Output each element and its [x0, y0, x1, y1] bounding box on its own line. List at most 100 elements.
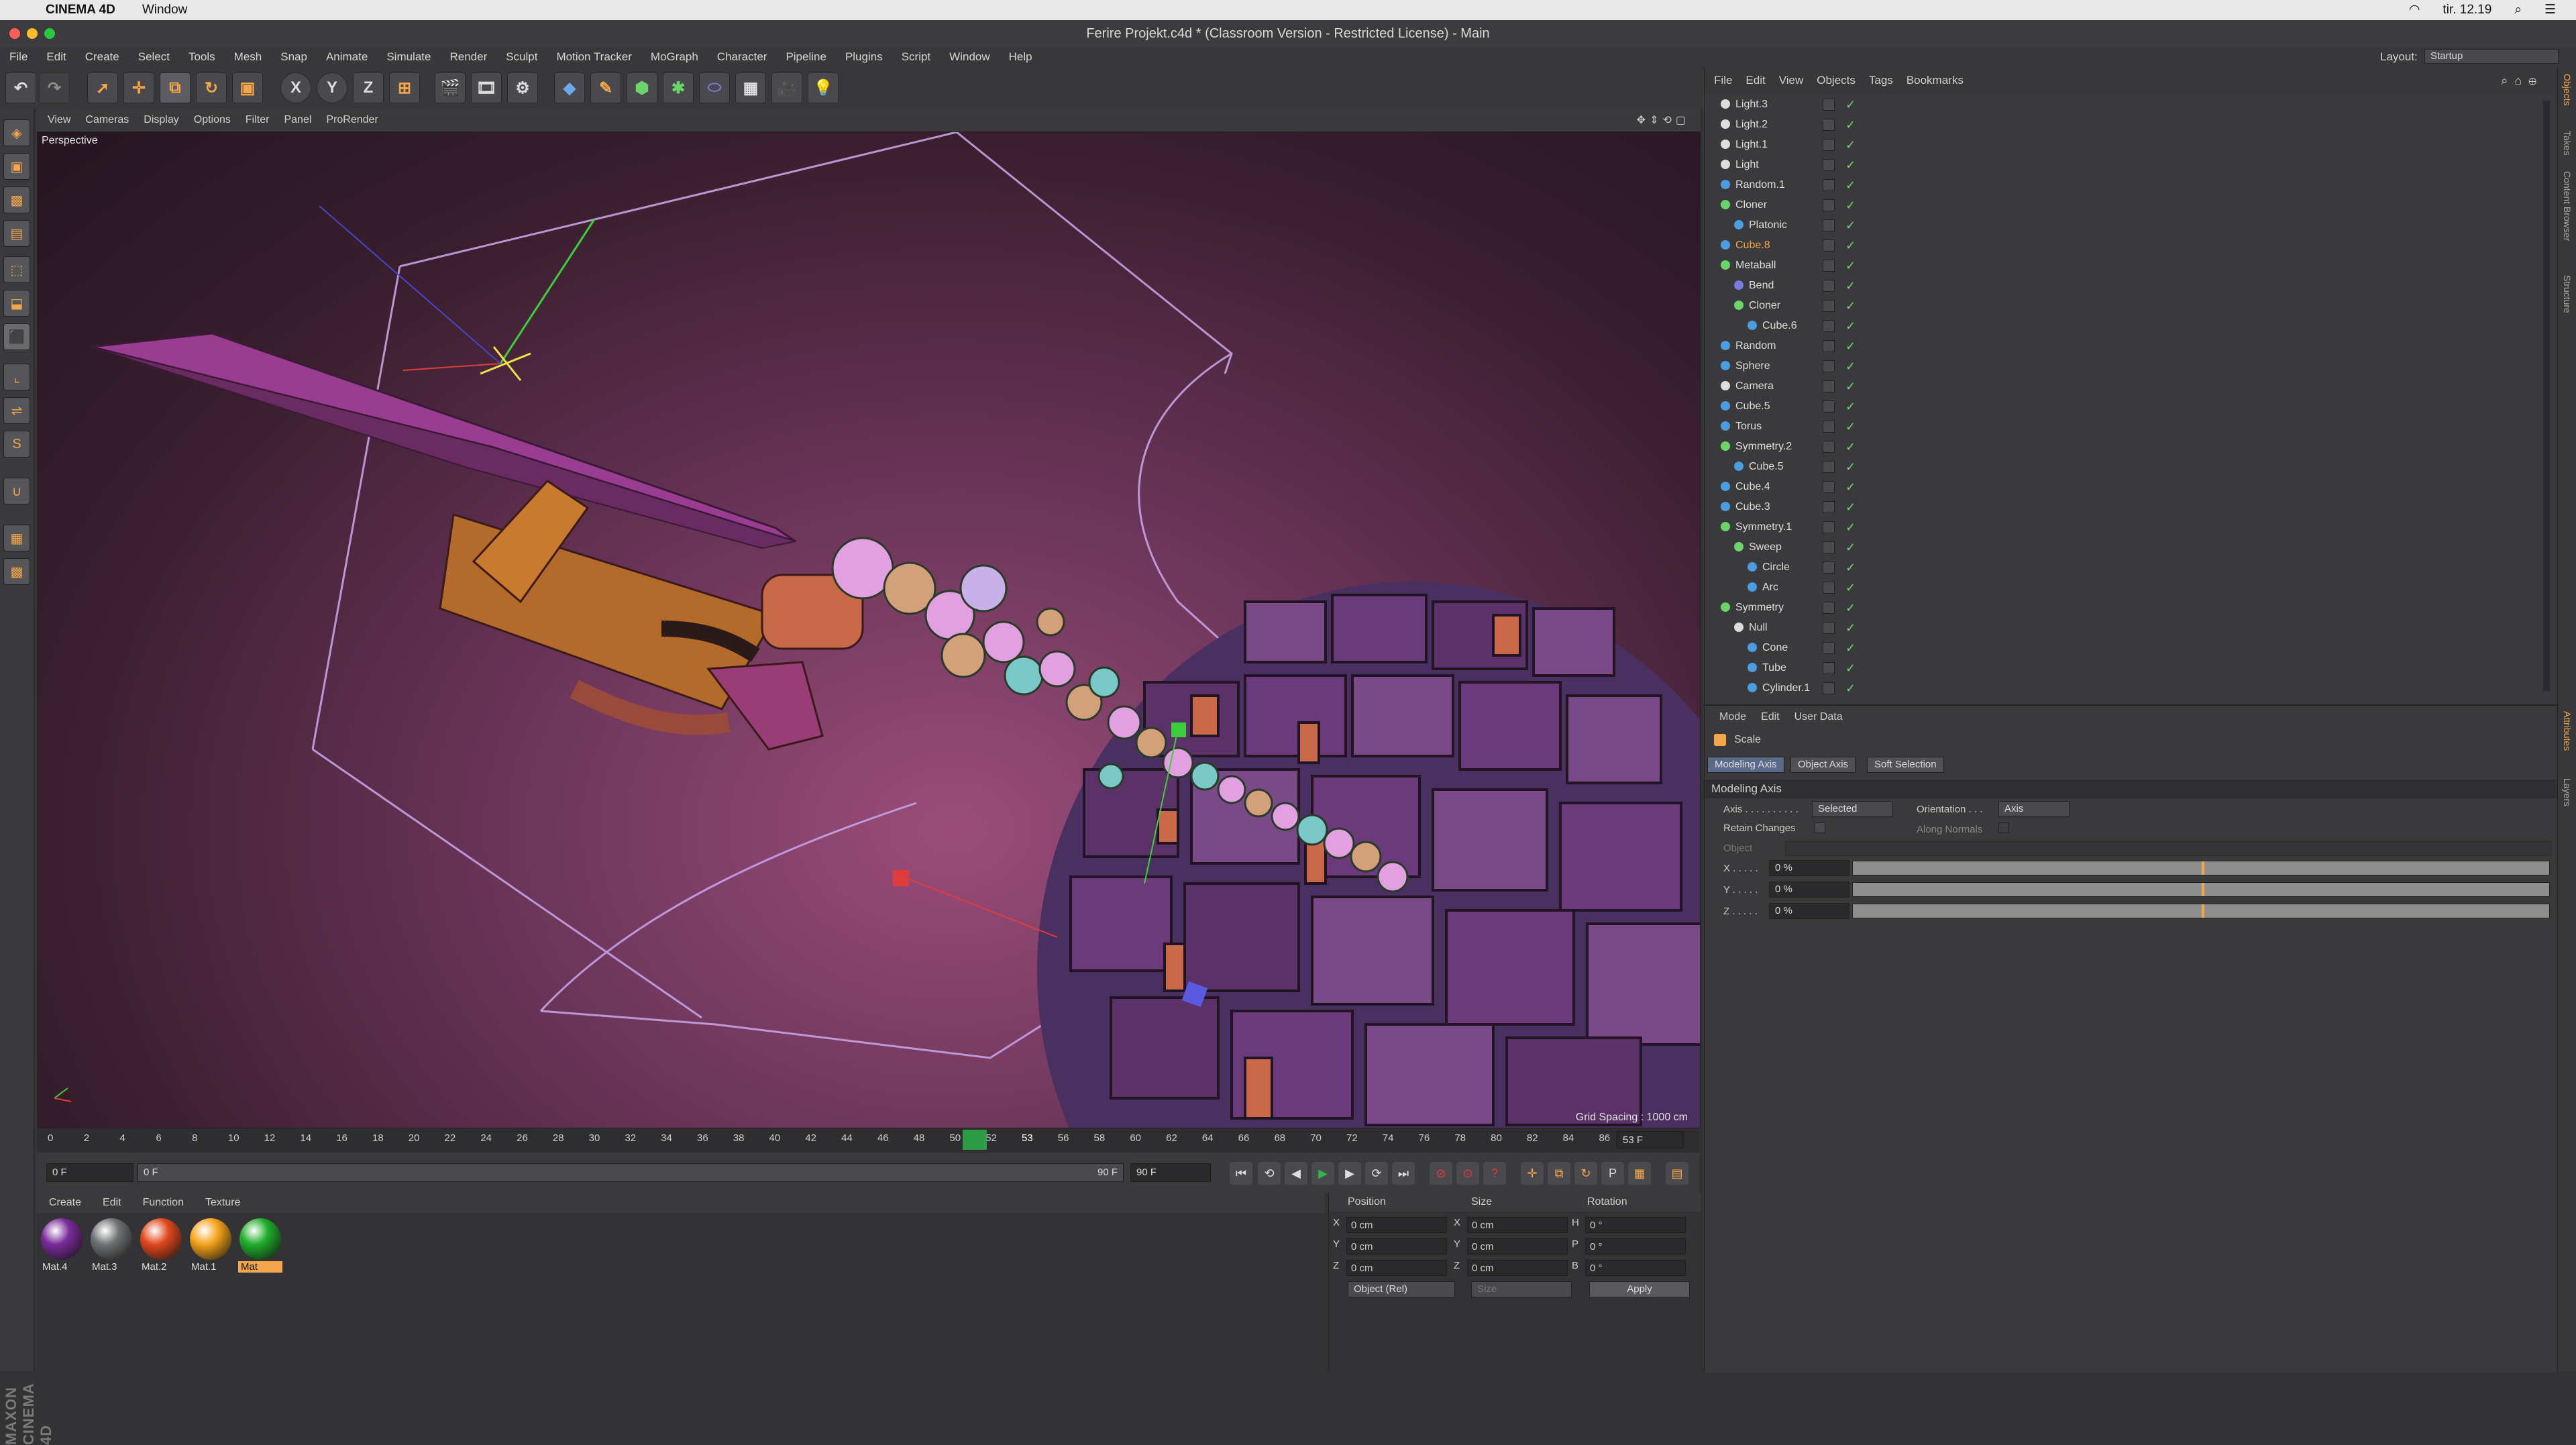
enabled-check-icon[interactable]: ✓: [1845, 500, 1856, 515]
axis-select[interactable]: Selected: [1812, 801, 1892, 817]
x-slider[interactable]: [1852, 861, 2550, 875]
object-name[interactable]: Torus: [1735, 421, 1762, 433]
enabled-check-icon[interactable]: ✓: [1845, 621, 1856, 635]
object-row[interactable]: Cube.5 ✓: [1705, 397, 2550, 417]
enabled-check-icon[interactable]: ✓: [1845, 158, 1856, 172]
position-field[interactable]: 0 cm: [1346, 1238, 1447, 1254]
strip-tab-layers[interactable]: Layers: [2562, 778, 2573, 806]
undo-icon[interactable]: ↶: [5, 72, 36, 103]
orientation-select[interactable]: Axis: [1998, 801, 2070, 817]
object-name[interactable]: Cube.4: [1735, 481, 1770, 493]
enabled-check-icon[interactable]: ✓: [1845, 541, 1856, 555]
object-row[interactable]: Bend ✓: [1705, 276, 2550, 297]
magnet-icon[interactable]: ∪: [3, 478, 30, 504]
object-row[interactable]: Symmetry ✓: [1705, 598, 2550, 619]
object-name[interactable]: Sweep: [1749, 541, 1782, 553]
material-menu-texture[interactable]: Texture: [205, 1197, 240, 1209]
menu-script[interactable]: Script: [902, 50, 930, 64]
object-row[interactable]: Platonic ✓: [1705, 216, 2550, 236]
current-frame-field[interactable]: 53 F: [1617, 1131, 1684, 1148]
menu-sculpt[interactable]: Sculpt: [506, 50, 537, 64]
enabled-check-icon[interactable]: ✓: [1845, 641, 1856, 655]
layer-toggle-icon[interactable]: [1823, 501, 1835, 513]
enabled-check-icon[interactable]: ✓: [1845, 661, 1856, 676]
object-row[interactable]: Random ✓: [1705, 337, 2550, 357]
cloner-icon[interactable]: ✱: [663, 72, 694, 103]
object-name[interactable]: Cube.5: [1735, 400, 1770, 413]
wifi-icon[interactable]: ◠: [2409, 2, 2420, 17]
object-row[interactable]: Arc ✓: [1705, 578, 2550, 598]
timeline-icon[interactable]: ▤: [1666, 1162, 1688, 1185]
enabled-check-icon[interactable]: ✓: [1845, 460, 1856, 474]
material-menu-edit[interactable]: Edit: [103, 1197, 121, 1209]
enabled-check-icon[interactable]: ✓: [1845, 339, 1856, 354]
object-row[interactable]: Cloner ✓: [1705, 196, 2550, 216]
apply-button[interactable]: Apply: [1589, 1281, 1690, 1297]
layer-toggle-icon[interactable]: [1823, 199, 1835, 211]
tab-modeling-axis[interactable]: Modeling Axis: [1707, 757, 1784, 773]
object-row[interactable]: Cloner ✓: [1705, 297, 2550, 317]
enabled-check-icon[interactable]: ✓: [1845, 682, 1856, 696]
attr-menu-edit[interactable]: Edit: [1761, 711, 1780, 723]
key-position-icon[interactable]: ✛: [1521, 1162, 1544, 1185]
light-icon[interactable]: 💡: [808, 72, 839, 103]
slider-handle[interactable]: [2202, 861, 2204, 875]
object-row[interactable]: Light.1 ✓: [1705, 136, 2550, 156]
object-row[interactable]: Camera ✓: [1705, 377, 2550, 397]
object-row[interactable]: Cube.8 ✓: [1705, 236, 2550, 256]
layer-toggle-icon[interactable]: [1823, 642, 1835, 654]
y-slider[interactable]: [1852, 882, 2550, 897]
object-row[interactable]: Cube.4 ✓: [1705, 478, 2550, 498]
menu-plugins[interactable]: Plugins: [845, 50, 883, 64]
object-row[interactable]: Cone ✓: [1705, 639, 2550, 659]
object-name[interactable]: Light.3: [1735, 99, 1768, 111]
live-selection-icon[interactable]: ➚: [87, 72, 118, 103]
layer-toggle-icon[interactable]: [1823, 219, 1835, 231]
attr-menu-mode[interactable]: Mode: [1719, 711, 1746, 723]
autokey-icon[interactable]: ⊙: [1456, 1162, 1479, 1185]
material-swatch[interactable]: Mat: [238, 1218, 282, 1273]
goto-start-icon[interactable]: ⏮: [1230, 1162, 1252, 1185]
object-name[interactable]: Cylinder.1: [1762, 682, 1810, 694]
menu-icon[interactable]: ☰: [2544, 2, 2556, 17]
object-name[interactable]: Platonic: [1749, 219, 1787, 231]
menu-help[interactable]: Help: [1009, 50, 1032, 64]
om-search-icon[interactable]: ⌕⌂⊕: [2501, 74, 2543, 88]
object-name[interactable]: Cone: [1762, 642, 1788, 654]
object-row[interactable]: Cube.3 ✓: [1705, 498, 2550, 518]
object-name[interactable]: Cloner: [1735, 199, 1767, 211]
object-name[interactable]: Light.2: [1735, 119, 1768, 131]
rotation-field[interactable]: 0 °: [1585, 1260, 1686, 1276]
menu-mesh[interactable]: Mesh: [234, 50, 262, 64]
prev-frame-icon[interactable]: ◀: [1285, 1162, 1307, 1185]
make-editable-icon[interactable]: ◈: [3, 119, 30, 146]
key-pla-icon[interactable]: ▦: [1628, 1162, 1651, 1185]
object-row[interactable]: Metaball ✓: [1705, 256, 2550, 276]
subdivision-icon[interactable]: ⬢: [627, 72, 657, 103]
enabled-check-icon[interactable]: ✓: [1845, 279, 1856, 293]
object-row[interactable]: Null ✓: [1705, 619, 2550, 639]
slider-handle[interactable]: [2202, 883, 2204, 896]
material-swatch[interactable]: Mat.2: [139, 1218, 183, 1273]
size-field[interactable]: 0 cm: [1467, 1260, 1568, 1276]
recent-tool-icon[interactable]: ▣: [232, 72, 263, 103]
menu-character[interactable]: Character: [717, 50, 767, 64]
move-icon[interactable]: ✛: [123, 72, 154, 103]
om-menu-view[interactable]: View: [1779, 74, 1804, 87]
object-row[interactable]: Symmetry.2 ✓: [1705, 437, 2550, 458]
rotation-field[interactable]: 0 °: [1585, 1238, 1686, 1254]
size-field[interactable]: 0 cm: [1467, 1238, 1568, 1254]
object-name[interactable]: Cube.6: [1762, 320, 1797, 332]
layer-toggle-icon[interactable]: [1823, 481, 1835, 493]
viewport-menu-prorender[interactable]: ProRender: [326, 114, 378, 126]
layer-toggle-icon[interactable]: [1823, 99, 1835, 111]
object-name[interactable]: Cube.5: [1749, 461, 1784, 473]
object-name[interactable]: Cube.8: [1735, 239, 1770, 252]
layer-toggle-icon[interactable]: [1823, 622, 1835, 634]
key-scale-icon[interactable]: ⧉: [1548, 1162, 1570, 1185]
along-normals-checkbox[interactable]: [1998, 822, 2009, 833]
material-swatch[interactable]: Mat.3: [89, 1218, 133, 1273]
object-name[interactable]: Light.1: [1735, 139, 1768, 151]
object-row[interactable]: Light.3 ✓: [1705, 95, 2550, 115]
timeline-ruler[interactable]: 0 2 4 6 8 10 12 14 16 18 20 22 24 26 28 30 32 34 36 38 40 42 4…: [37, 1128, 1699, 1153]
